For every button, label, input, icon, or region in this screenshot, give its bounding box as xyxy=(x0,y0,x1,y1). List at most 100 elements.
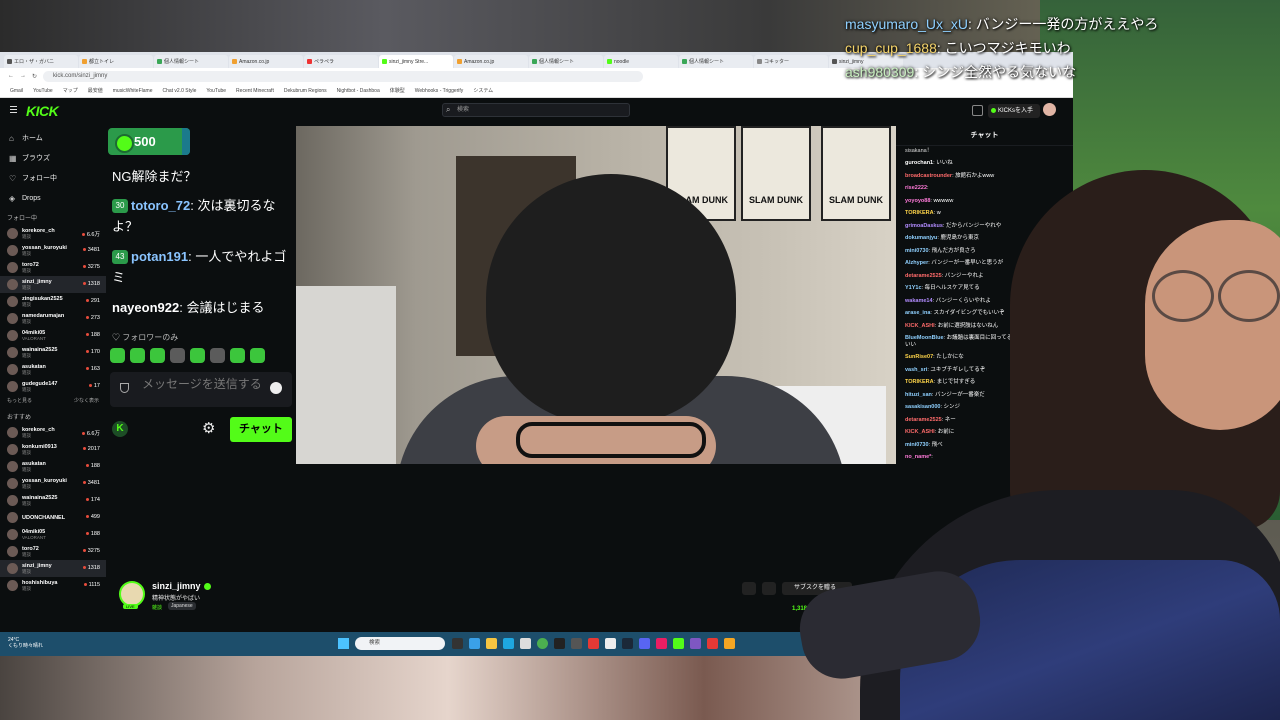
nav-item[interactable]: ⌂ ホーム xyxy=(0,128,106,148)
channel-points-badge[interactable]: 500 xyxy=(108,128,190,155)
app-icon[interactable] xyxy=(724,638,735,649)
app-icon[interactable] xyxy=(707,638,718,649)
browser-tab-active[interactable]: sinzi_jimny Stre... xyxy=(379,55,453,68)
browser-tab[interactable]: 個人情報シート xyxy=(529,55,603,68)
emote-icon[interactable] xyxy=(110,348,125,363)
channel-item[interactable]: konkumi0913 雑談 2017 xyxy=(0,441,106,458)
channel-item[interactable]: sinzi_jimny 雑談 1318 xyxy=(0,276,106,293)
channel-item[interactable]: 04miki05 VALORANT 188 xyxy=(0,526,106,543)
channel-item[interactable]: korekore_ch 雑談 6.6万 xyxy=(0,225,106,242)
browser-tab[interactable]: 個人情報シート xyxy=(679,55,753,68)
browser-tab[interactable]: ペラペラ xyxy=(304,55,378,68)
channel-item[interactable]: toro72 雑談 3275 xyxy=(0,259,106,276)
weather-widget[interactable]: 24°C くもり時々晴れ xyxy=(8,637,43,649)
channel-item[interactable]: zingisukan2525 雑談 291 xyxy=(0,293,106,310)
bookmark[interactable]: YouTube xyxy=(206,88,226,94)
channel-item[interactable]: yossan_kuroyuki 雑談 3481 xyxy=(0,242,106,259)
browse-icon[interactable] xyxy=(972,105,983,116)
reload-icon[interactable]: ↻ xyxy=(32,73,37,80)
back-icon[interactable]: ← xyxy=(8,73,14,79)
browser-tab[interactable]: コキッター xyxy=(754,55,828,68)
edge-icon[interactable] xyxy=(503,638,514,649)
forward-icon[interactable]: → xyxy=(20,73,26,79)
emote-icon[interactable] xyxy=(150,348,165,363)
channel-item[interactable]: wainaina2525 雑談 174 xyxy=(0,492,106,509)
streamer-name[interactable]: sinzi_jimny xyxy=(152,581,211,591)
bookmark[interactable]: musicWhiteFlame xyxy=(113,88,153,94)
bookmark[interactable]: Dekubrum Regions xyxy=(284,88,327,94)
channel-item[interactable]: yossan_kuroyuki 雑談 3481 xyxy=(0,475,106,492)
channel-item[interactable]: namedarumajan 雑談 273 xyxy=(0,310,106,327)
emote-icon[interactable] xyxy=(130,348,145,363)
emote-icon[interactable] xyxy=(250,348,265,363)
nav-item[interactable]: ♡ フォロー中 xyxy=(0,168,106,188)
app-icon[interactable] xyxy=(690,638,701,649)
emote-icon[interactable] xyxy=(170,348,185,363)
kick-app-icon[interactable] xyxy=(673,638,684,649)
app-icon[interactable] xyxy=(571,638,582,649)
get-kicks-button[interactable]: KICKsを入手 xyxy=(988,104,1040,118)
task-view-icon[interactable] xyxy=(452,638,463,649)
steam-icon[interactable] xyxy=(622,638,633,649)
bookmark[interactable]: 体験型 xyxy=(390,87,405,94)
chat-username[interactable]: potan191 xyxy=(131,249,188,264)
store-icon[interactable] xyxy=(520,638,531,649)
nav-item[interactable]: ▦ ブラウズ xyxy=(0,148,106,168)
browser-tab[interactable]: Amazon.co.jp xyxy=(229,55,303,68)
widgets-icon[interactable] xyxy=(469,638,480,649)
emote-icon[interactable] xyxy=(230,348,245,363)
kick-logo[interactable]: KICK xyxy=(26,103,59,119)
emoji-icon[interactable] xyxy=(270,382,282,394)
bookmark[interactable]: マップ xyxy=(63,87,78,94)
bookmark[interactable]: Nightbot - Dashboa xyxy=(337,88,380,94)
channel-item[interactable]: UDONCHANNEL 499 xyxy=(0,509,106,526)
language-tag[interactable]: Japanese xyxy=(168,602,196,610)
browser-tab[interactable]: 個人情報シート xyxy=(154,55,228,68)
chat-username[interactable]: totoro_72 xyxy=(131,198,190,213)
menu-icon[interactable] xyxy=(10,106,17,113)
browser-tab[interactable]: 都立トイレ xyxy=(79,55,153,68)
chat-send-button[interactable]: チャット xyxy=(230,417,292,442)
chrome-icon[interactable] xyxy=(537,638,548,649)
discord-icon[interactable] xyxy=(639,638,650,649)
app-icon[interactable] xyxy=(588,638,599,649)
kick-k-icon[interactable]: K xyxy=(112,421,128,437)
show-more-link[interactable]: もっと見る xyxy=(7,395,32,407)
browser-tab[interactable]: エロ・ザ・ガバニ xyxy=(4,55,78,68)
bookmark[interactable]: Recent Minecraft xyxy=(236,88,274,94)
user-avatar[interactable] xyxy=(1043,103,1056,116)
heart-icon[interactable] xyxy=(762,582,776,595)
url-field[interactable]: kick.com/sinzi_jimny xyxy=(43,70,644,82)
show-less-link[interactable]: 少なく表示 xyxy=(74,395,99,407)
emote-icon[interactable] xyxy=(210,348,225,363)
gear-icon[interactable]: ⚙ xyxy=(202,421,215,437)
taskbar-search[interactable]: 検索 xyxy=(355,637,445,650)
channel-item[interactable]: toro72 雑談 3275 xyxy=(0,543,106,560)
channel-item[interactable]: 04miki05 VALORANT 188 xyxy=(0,327,106,344)
channel-item[interactable]: gudegude147 雑談 17 xyxy=(0,378,106,395)
app-icon[interactable] xyxy=(656,638,667,649)
browser-tab[interactable]: noodle xyxy=(604,55,678,68)
bookmark[interactable]: 最安値 xyxy=(88,87,103,94)
windows-start-icon[interactable] xyxy=(338,638,349,649)
nav-item[interactable]: ◈ Drops xyxy=(0,188,106,208)
bookmark[interactable]: Webhooks - Triggerify xyxy=(415,88,464,94)
channel-item[interactable]: wainaina2525 雑談 170 xyxy=(0,344,106,361)
chat-username[interactable]: nayeon922 xyxy=(112,300,179,315)
channel-item[interactable]: sinzi_jimny 雑談 1318 xyxy=(0,560,106,577)
bookmark[interactable]: Gmail xyxy=(10,88,23,94)
obs-icon[interactable] xyxy=(554,638,565,649)
stream-category[interactable]: 雑談 xyxy=(152,604,162,611)
channel-item[interactable]: asukatan 雑談 163 xyxy=(0,361,106,378)
bookmark[interactable]: システム xyxy=(473,87,493,94)
bell-icon[interactable] xyxy=(742,582,756,595)
bookmark[interactable]: YouTube xyxy=(33,88,53,94)
browser-tab[interactable]: Amazon.co.jp xyxy=(454,55,528,68)
app-icon[interactable] xyxy=(605,638,616,649)
channel-item[interactable]: hoshishibuya 雑談 1115 xyxy=(0,577,106,594)
search-input[interactable]: 検索 xyxy=(442,103,630,117)
channel-item[interactable]: korekore_ch 雑談 6.6万 xyxy=(0,424,106,441)
message-input[interactable]: メッセージを送信する xyxy=(110,372,292,407)
bookmark[interactable]: Chat v2.0 Style xyxy=(162,88,196,94)
channel-item[interactable]: asukatan 雑談 188 xyxy=(0,458,106,475)
